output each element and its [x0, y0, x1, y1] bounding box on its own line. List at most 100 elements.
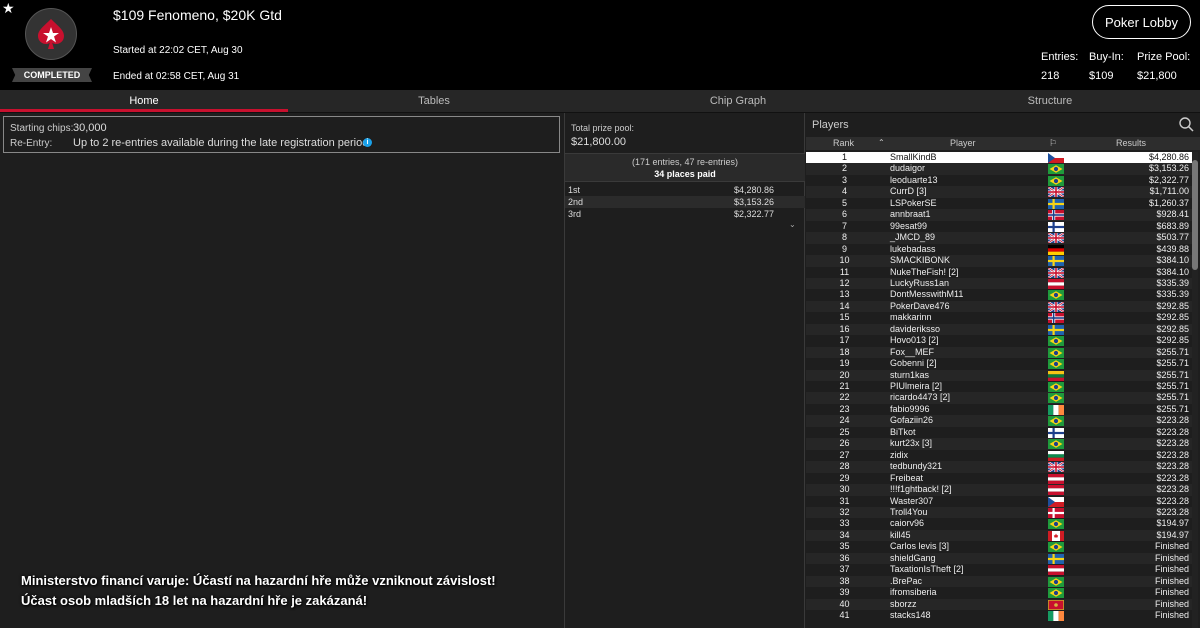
- info-icon[interactable]: i: [363, 138, 372, 147]
- gb-flag-icon: [1047, 266, 1065, 279]
- search-icon[interactable]: [1179, 117, 1194, 132]
- player-row[interactable]: 22 ricardo4473 [2] $255.71: [806, 392, 1192, 404]
- scrollbar[interactable]: [1192, 152, 1198, 628]
- player-result: $255.71: [1156, 358, 1189, 369]
- player-row[interactable]: 4 CurrD [3] $1,711.00: [806, 186, 1192, 199]
- chevron-down-icon[interactable]: ⌄: [789, 220, 796, 229]
- player-row[interactable]: 17 Hovo013 [2] $292.85: [806, 335, 1192, 347]
- player-name: ricardo4473 [2]: [890, 392, 951, 403]
- player-rank: 3: [841, 174, 847, 185]
- tab-structure[interactable]: Structure: [904, 90, 1196, 112]
- gb-flag-icon: [1047, 186, 1065, 199]
- tournament-title: $109 Fenomeno, $20K Gtd: [113, 7, 282, 23]
- player-row[interactable]: 9 lukebadass $439.88: [806, 244, 1192, 256]
- player-row[interactable]: 27 zidix $223.28: [806, 450, 1192, 462]
- sort-ascending-icon[interactable]: ⌃: [878, 138, 885, 147]
- player-row[interactable]: 8 _JMCD_89 $503.77: [806, 232, 1192, 245]
- player-name: NukeTheFish! [2]: [890, 266, 959, 277]
- tab-tables[interactable]: Tables: [288, 90, 580, 112]
- player-row[interactable]: 39 ifromsiberia Finished: [806, 587, 1192, 599]
- player-row[interactable]: 34 kill45 $194.97: [806, 529, 1192, 542]
- player-row[interactable]: 21 PIUlmeira [2] $255.71: [806, 381, 1192, 393]
- player-row[interactable]: 3 leoduarte13 $2,322.77: [806, 175, 1192, 187]
- player-row[interactable]: 18 Fox__MEF $255.71: [806, 346, 1192, 359]
- scrollbar-thumb[interactable]: [1192, 160, 1198, 270]
- se-flag-icon: [1048, 198, 1064, 209]
- tab-home[interactable]: Home: [0, 90, 288, 112]
- tab-chip-graph[interactable]: Chip Graph: [592, 90, 884, 112]
- player-row[interactable]: 13 DontMesswithM11 $335.39: [806, 289, 1192, 301]
- end-time: Ended at 02:58 CET, Aug 31: [113, 71, 240, 82]
- player-result: $335.39: [1156, 277, 1189, 288]
- player-name: stacks148: [890, 610, 931, 620]
- player-row[interactable]: 37 TaxationIsTheft [2] Finished: [806, 564, 1192, 576]
- player-row[interactable]: 40 sborzz Finished: [806, 598, 1192, 611]
- player-row[interactable]: 35 Carlos levis [3] Finished: [806, 541, 1192, 553]
- player-rank: 4: [841, 186, 847, 197]
- player-result: $223.28: [1156, 438, 1189, 449]
- poker-lobby-button[interactable]: Poker Lobby: [1092, 5, 1191, 39]
- player-rank: 33: [839, 518, 850, 529]
- player-row[interactable]: 32 Troll4You $223.28: [806, 506, 1192, 519]
- flag-column-icon[interactable]: ⚐: [1049, 138, 1057, 149]
- player-row[interactable]: 33 caiorv96 $194.97: [806, 518, 1192, 530]
- player-row[interactable]: 36 shieldGang Finished: [806, 552, 1192, 565]
- player-row[interactable]: 24 Gofaziin26 $223.28: [806, 415, 1192, 427]
- player-row[interactable]: 30 !!!f1ghtback! [2] $223.28: [806, 484, 1192, 496]
- player-row[interactable]: 6 annbraat1 $928.41: [806, 209, 1192, 221]
- br-flag-icon: [1048, 588, 1064, 599]
- br-flag-icon: [1048, 359, 1064, 370]
- player-result: $255.71: [1156, 381, 1189, 391]
- br-flag-icon: [1048, 576, 1064, 587]
- player-name: kurt23x [3]: [890, 438, 933, 449]
- total-prize-value: $21,800.00: [571, 136, 627, 148]
- player-row[interactable]: 41 stacks148 Finished: [806, 610, 1192, 622]
- player-row[interactable]: 38 .BrePac Finished: [806, 575, 1192, 588]
- player-row[interactable]: 15 makkarinn $292.85: [806, 312, 1192, 324]
- player-row[interactable]: 20 sturn1kas $255.71: [806, 369, 1192, 382]
- player-rank: 10: [839, 255, 850, 266]
- player-row[interactable]: 28 tedbundy321 $223.28: [806, 461, 1192, 474]
- player-row[interactable]: 11 NukeTheFish! [2] $384.10: [806, 267, 1192, 279]
- favorite-star-icon[interactable]: ★: [2, 0, 15, 16]
- player-rank: 31: [839, 495, 850, 506]
- player-name: !!!f1ghtback! [2]: [890, 484, 952, 495]
- player-row[interactable]: 16 davideriksso $292.85: [806, 323, 1192, 336]
- player-row[interactable]: 1 SmallKindB $4,280.86: [806, 152, 1192, 164]
- player-row[interactable]: 23 fabio9996 $255.71: [806, 404, 1192, 416]
- player-column-header[interactable]: Player: [950, 138, 976, 148]
- player-name: sborzz: [890, 598, 917, 609]
- player-result: $292.85: [1156, 335, 1189, 346]
- player-rank: 13: [839, 289, 850, 300]
- player-row[interactable]: 14 PokerDave476 $292.85: [806, 300, 1192, 313]
- player-row[interactable]: 31 Waster307 $223.28: [806, 496, 1192, 508]
- player-rank: 37: [839, 564, 850, 575]
- player-name: Carlos levis [3]: [890, 541, 950, 552]
- entries-value: 218: [1041, 70, 1060, 82]
- player-row[interactable]: 12 LuckyRuss1an $335.39: [806, 277, 1192, 290]
- player-row[interactable]: 10 SMACKIBONK $384.10: [806, 255, 1192, 267]
- tab-bar: Home Tables Chip Graph Structure: [0, 90, 1200, 113]
- player-result: Finished: [1154, 541, 1189, 552]
- br-flag-icon: [1048, 519, 1064, 530]
- payout-place: 1st: [568, 185, 581, 195]
- rank-column-header[interactable]: Rank: [833, 138, 854, 148]
- player-row[interactable]: 29 Freibeat $223.28: [806, 473, 1192, 485]
- br-flag-icon: [1048, 382, 1064, 392]
- player-result: $928.41: [1156, 209, 1189, 220]
- player-row[interactable]: 26 kurt23x [3] $223.28: [806, 438, 1192, 450]
- player-result: $4,280.86: [1148, 152, 1189, 162]
- payout-place: 2nd: [568, 197, 584, 207]
- player-row[interactable]: 5 LSPokerSE $1,260.37: [806, 198, 1192, 210]
- player-rank: 23: [839, 403, 850, 414]
- players-panel: Players Rank ⌃ Player ⚐ Results 1 SmallKi…: [806, 113, 1200, 628]
- results-column-header[interactable]: Results: [1116, 138, 1146, 148]
- player-row[interactable]: 2 dudaigor $3,153.26: [806, 163, 1192, 175]
- player-row[interactable]: 7 99esat99 $683.89: [806, 221, 1192, 233]
- player-name: CurrD [3]: [890, 186, 927, 197]
- player-result: $503.77: [1156, 232, 1189, 243]
- payout-row: 1st $4,280.86: [565, 184, 805, 196]
- player-name: TaxationIsTheft [2]: [890, 564, 964, 575]
- player-row[interactable]: 19 Gobenni [2] $255.71: [806, 358, 1192, 370]
- player-row[interactable]: 25 BiTkot $223.28: [806, 427, 1192, 439]
